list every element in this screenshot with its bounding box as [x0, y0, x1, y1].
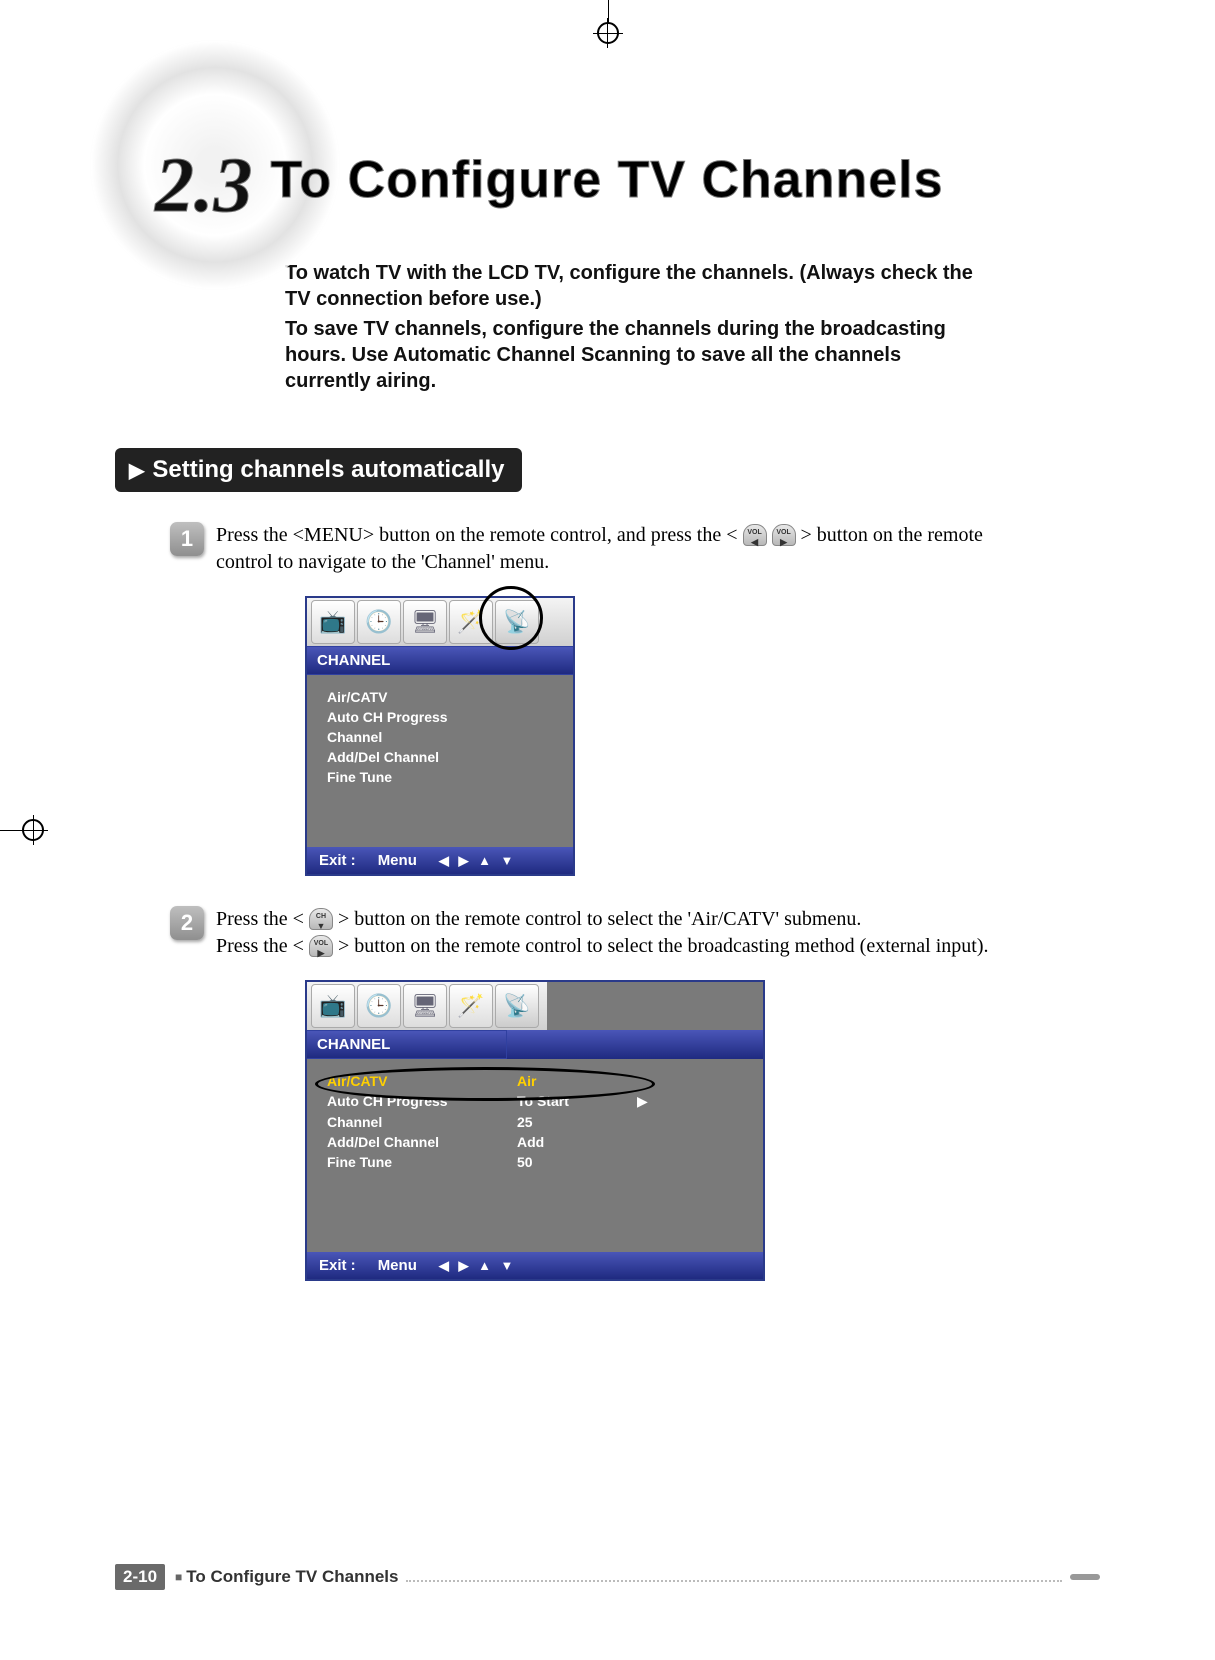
step-2-text-c: Press the < — [216, 935, 304, 957]
footer-end-icon — [1070, 1574, 1100, 1580]
osd-exit-label: Exit : — [319, 852, 356, 869]
page-footer: 2-10 ■ To Configure TV Channels — [115, 1564, 1100, 1590]
osd-item: Auto CH Progress — [327, 707, 517, 727]
osd-title: CHANNEL — [307, 1030, 507, 1059]
osd-item-value: 50 — [517, 1152, 627, 1172]
osd-item: Air/CATV — [327, 687, 517, 707]
step-2: 2 Press the < CH▼ > button on the remote… — [115, 906, 1100, 960]
ch-down-icon: CH▼ — [309, 908, 333, 930]
subsection-title: Setting channels automatically — [152, 456, 504, 483]
clock-icon: 🕒 — [357, 600, 401, 644]
osd-item-key: Fine Tune — [327, 1152, 517, 1172]
step-1-text-a: Press the <MENU> button on the remote co… — [216, 524, 738, 546]
osd-menu-1: 📺 🕒 🖥 🪄 📡 CHANNEL Air/CATV Auto CH Progr… — [305, 596, 575, 876]
dish-icon: 📡 — [495, 600, 539, 644]
osd-footer: Exit : Menu ◀ ▶ ▲ ▼ — [307, 1252, 763, 1279]
vol-right-label: VOL — [776, 529, 790, 536]
footer-dots — [406, 1572, 1062, 1582]
osd-menu-2: 📺 🕒 🖥 🪄 📡 CHANNEL Air/CATVAir Auto CH Pr… — [305, 980, 765, 1281]
wand-icon: 🪄 — [449, 984, 493, 1028]
dish-icon: 📡 — [495, 984, 539, 1028]
step-number-badge: 1 — [170, 522, 204, 556]
osd-1-wrap: 📺 🕒 🖥 🪄 📡 CHANNEL Air/CATV Auto CH Progr… — [305, 596, 1100, 876]
clock-icon: 🕒 — [357, 984, 401, 1028]
section-number: 2.3 — [155, 140, 253, 230]
osd-tab-strip: 📺 🕒 🖥 🪄 📡 — [307, 982, 547, 1030]
osd-menu-label: Menu — [378, 852, 417, 869]
wand-icon: 🪄 — [449, 600, 493, 644]
osd-body: Air/CATV Auto CH Progress Channel Add/De… — [307, 675, 573, 847]
osd-item-value: To Start — [517, 1091, 627, 1112]
osd-item: Channel — [327, 727, 517, 747]
step-2-body: Press the < CH▼ > button on the remote c… — [216, 906, 1100, 960]
osd-item-value: Add — [517, 1132, 627, 1152]
osd-item-value: 25 — [517, 1112, 627, 1132]
page-number: 2-10 — [115, 1564, 165, 1590]
triangle-icon: ▶ — [129, 458, 144, 483]
step-number-badge: 2 — [170, 906, 204, 940]
intro-paragraph-1: To watch TV with the LCD TV, configure t… — [285, 260, 990, 312]
tv-icon: 📺 — [311, 984, 355, 1028]
vol-right-icon: VOL▶ — [309, 935, 333, 957]
osd-item: Fine Tune — [327, 767, 517, 787]
osd-body: Air/CATVAir Auto CH ProgressTo Start▶ Ch… — [307, 1059, 763, 1252]
vol-right-label: VOL — [314, 940, 328, 947]
osd-item: Add/Del Channel — [327, 747, 517, 767]
osd-arrows-icon: ◀ ▶ ▲ ▼ — [439, 1258, 517, 1274]
step-2-text-d: > button on the remote control to select… — [338, 935, 989, 957]
osd-item-key: Air/CATV — [327, 1071, 517, 1091]
step-1-body: Press the <MENU> button on the remote co… — [216, 522, 1100, 576]
intro-block: To watch TV with the LCD TV, configure t… — [285, 260, 990, 394]
osd-exit-label: Exit : — [319, 1257, 356, 1274]
osd-footer: Exit : Menu ◀ ▶ ▲ ▼ — [307, 847, 573, 874]
osd-item-key: Add/Del Channel — [327, 1132, 517, 1152]
osd-2-wrap: 📺 🕒 🖥 🪄 📡 CHANNEL Air/CATVAir Auto CH Pr… — [305, 980, 1100, 1281]
vol-right-icon: VOL▶ — [772, 524, 796, 546]
footer-title: To Configure TV Channels — [186, 1567, 398, 1587]
section-header: 2.3 To Configure TV Channels — [115, 40, 1100, 230]
submenu-arrow-icon: ▶ — [627, 1091, 648, 1112]
tv-icon: 📺 — [311, 600, 355, 644]
footer-square-icon: ■ — [175, 1570, 182, 1584]
vol-left-icon: VOL◀ — [743, 524, 767, 546]
vol-left-label: VOL — [747, 529, 761, 536]
monitor-icon: 🖥 — [403, 600, 447, 644]
osd-item-value: Air — [517, 1071, 627, 1091]
monitor-icon: 🖥 — [403, 984, 447, 1028]
osd-menu-label: Menu — [378, 1257, 417, 1274]
intro-paragraph-2: To save TV channels, configure the chann… — [285, 316, 990, 394]
page: 2.3 To Configure TV Channels To watch TV… — [0, 0, 1215, 1660]
step-2-text-b: > button on the remote control to select… — [338, 908, 861, 930]
osd-title: CHANNEL — [307, 646, 573, 675]
osd-item-key: Auto CH Progress — [327, 1091, 517, 1112]
section-title: To Configure TV Channels — [271, 151, 944, 209]
ch-down-label: CH — [316, 913, 326, 920]
osd-item-key: Channel — [327, 1112, 517, 1132]
osd-tab-strip: 📺 🕒 🖥 🪄 📡 — [307, 598, 573, 646]
osd-titlebar-fill — [507, 1030, 763, 1059]
subsection-header: ▶ Setting channels automatically — [115, 448, 522, 492]
step-2-text-a: Press the < — [216, 908, 304, 930]
osd-arrows-icon: ◀ ▶ ▲ ▼ — [439, 853, 517, 869]
step-1: 1 Press the <MENU> button on the remote … — [115, 522, 1100, 576]
